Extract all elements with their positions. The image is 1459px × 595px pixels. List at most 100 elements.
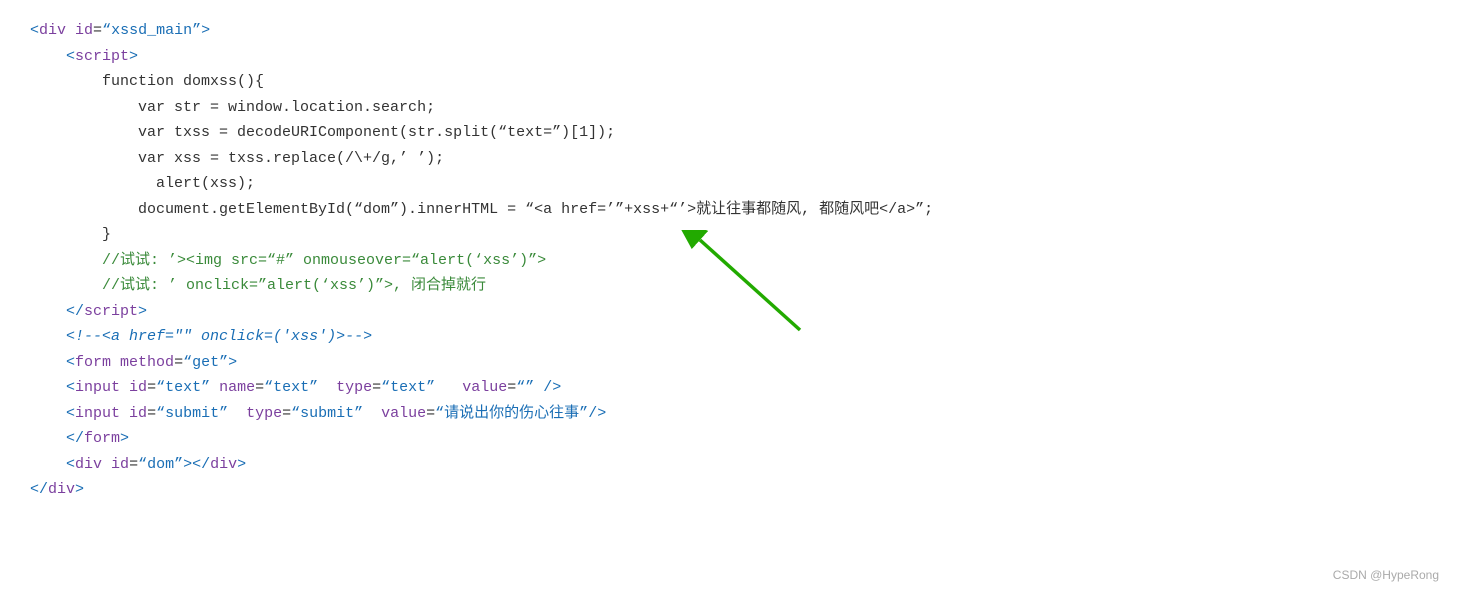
code-token: id (120, 379, 147, 396)
code-block: <div id=“xssd_main”> <script> function d… (0, 0, 1459, 521)
code-token: div (39, 22, 66, 39)
code-line: var txss = decodeURIComponent(str.split(… (30, 120, 1429, 146)
code-line: //试试: ’><img src=“#” onmouseover=“alert(… (30, 248, 1429, 274)
code-token: = (147, 379, 156, 396)
code-token (30, 405, 66, 422)
code-token: = (129, 456, 138, 473)
code-token: > (75, 481, 84, 498)
code-token (30, 456, 66, 473)
code-token: id (120, 405, 147, 422)
code-lines: <div id=“xssd_main”> <script> function d… (30, 18, 1429, 503)
code-token: “text” (381, 379, 435, 396)
code-token: //试试: ’><img src=“#” onmouseover=“alert(… (30, 252, 546, 269)
code-token: “” (516, 379, 534, 396)
code-token: < (30, 22, 39, 39)
code-token: input (75, 405, 120, 422)
code-line: function domxss(){ (30, 69, 1429, 95)
code-token: “text” (156, 379, 210, 396)
code-token (30, 354, 66, 371)
code-token: value (363, 405, 426, 422)
code-line: <input id=“submit” type=“submit” value=“… (30, 401, 1429, 427)
code-token: div (210, 456, 237, 473)
code-token: “submit” (156, 405, 228, 422)
code-token: = (372, 379, 381, 396)
code-token: > (120, 430, 129, 447)
code-line: //试试: ’ onclick=”alert(‘xss’)”>, 闭合掉就行 (30, 273, 1429, 299)
code-line: document.getElementById(“dom”).innerHTML… (30, 197, 1429, 223)
code-token: method (111, 354, 174, 371)
code-token: “submit” (291, 405, 363, 422)
code-token: = (282, 405, 291, 422)
code-line: <div id=“dom”></div> (30, 452, 1429, 478)
watermark-text: CSDN @HypeRong (1333, 565, 1439, 585)
code-token: //试试: ’ onclick=”alert(‘xss’)”>, 闭合掉就行 (30, 277, 486, 294)
code-token: form (84, 430, 120, 447)
code-token: = (147, 405, 156, 422)
code-token: = (255, 379, 264, 396)
code-token: > (129, 48, 138, 65)
code-token: div (48, 481, 75, 498)
code-token: </ (30, 481, 48, 498)
code-token (30, 48, 66, 65)
code-line: var xss = txss.replace(/\+/g,’ ’); (30, 146, 1429, 172)
code-token: --> (345, 328, 372, 345)
code-line: <script> (30, 44, 1429, 70)
code-line: </form> (30, 426, 1429, 452)
code-token: script (84, 303, 138, 320)
code-line: <!--<a href="" onclick=('xss')>--> (30, 324, 1429, 350)
code-token: < (66, 379, 75, 396)
code-token: alert(xss); (30, 175, 255, 192)
code-line: </script> (30, 299, 1429, 325)
code-line: </div> (30, 477, 1429, 503)
code-line: var str = window.location.search; (30, 95, 1429, 121)
code-token: value (435, 379, 507, 396)
code-token: < (66, 456, 75, 473)
code-line: <input id=“text” name=“text” type=“text”… (30, 375, 1429, 401)
code-token: = (507, 379, 516, 396)
code-token: <!-- (66, 328, 102, 345)
code-token: type (228, 405, 282, 422)
code-token: ></ (183, 456, 210, 473)
code-line: <form method=“get”> (30, 350, 1429, 376)
code-line: alert(xss); (30, 171, 1429, 197)
code-token: </ (66, 430, 84, 447)
code-token: var txss = decodeURIComponent(str.split(… (30, 124, 615, 141)
code-token: “get” (183, 354, 228, 371)
code-token: = (426, 405, 435, 422)
code-token: var xss = txss.replace(/\+/g,’ ’); (30, 150, 444, 167)
code-token: < (66, 354, 75, 371)
code-token: “请说出你的伤心往事” (435, 405, 588, 422)
code-token: > (237, 456, 246, 473)
code-token (30, 303, 66, 320)
code-token: < (66, 405, 75, 422)
code-token: = (174, 354, 183, 371)
code-line: } (30, 222, 1429, 248)
code-token: document.getElementById(“dom”).innerHTML… (30, 201, 933, 218)
code-token: type (318, 379, 372, 396)
code-token: > (228, 354, 237, 371)
code-token: name (210, 379, 255, 396)
code-token: < (66, 48, 75, 65)
code-token: id (102, 456, 129, 473)
code-token (30, 328, 66, 345)
code-token (30, 379, 66, 396)
code-line: <div id=“xssd_main”> (30, 18, 1429, 44)
code-token: = (93, 22, 102, 39)
code-token: <a href="" onclick=('xss')> (102, 328, 345, 345)
code-token: “xssd_main” (102, 22, 201, 39)
code-token: script (75, 48, 129, 65)
code-token: > (138, 303, 147, 320)
code-token: </ (66, 303, 84, 320)
code-token: “text” (264, 379, 318, 396)
code-token: } (30, 226, 111, 243)
code-token: /> (534, 379, 561, 396)
code-token: var str = window.location.search; (30, 99, 435, 116)
code-token (30, 430, 66, 447)
code-token: div (75, 456, 102, 473)
code-token: “dom” (138, 456, 183, 473)
code-token: > (201, 22, 210, 39)
code-token: function domxss(){ (30, 73, 264, 90)
code-token: input (75, 379, 120, 396)
code-token: /> (588, 405, 606, 422)
code-token: form (75, 354, 111, 371)
